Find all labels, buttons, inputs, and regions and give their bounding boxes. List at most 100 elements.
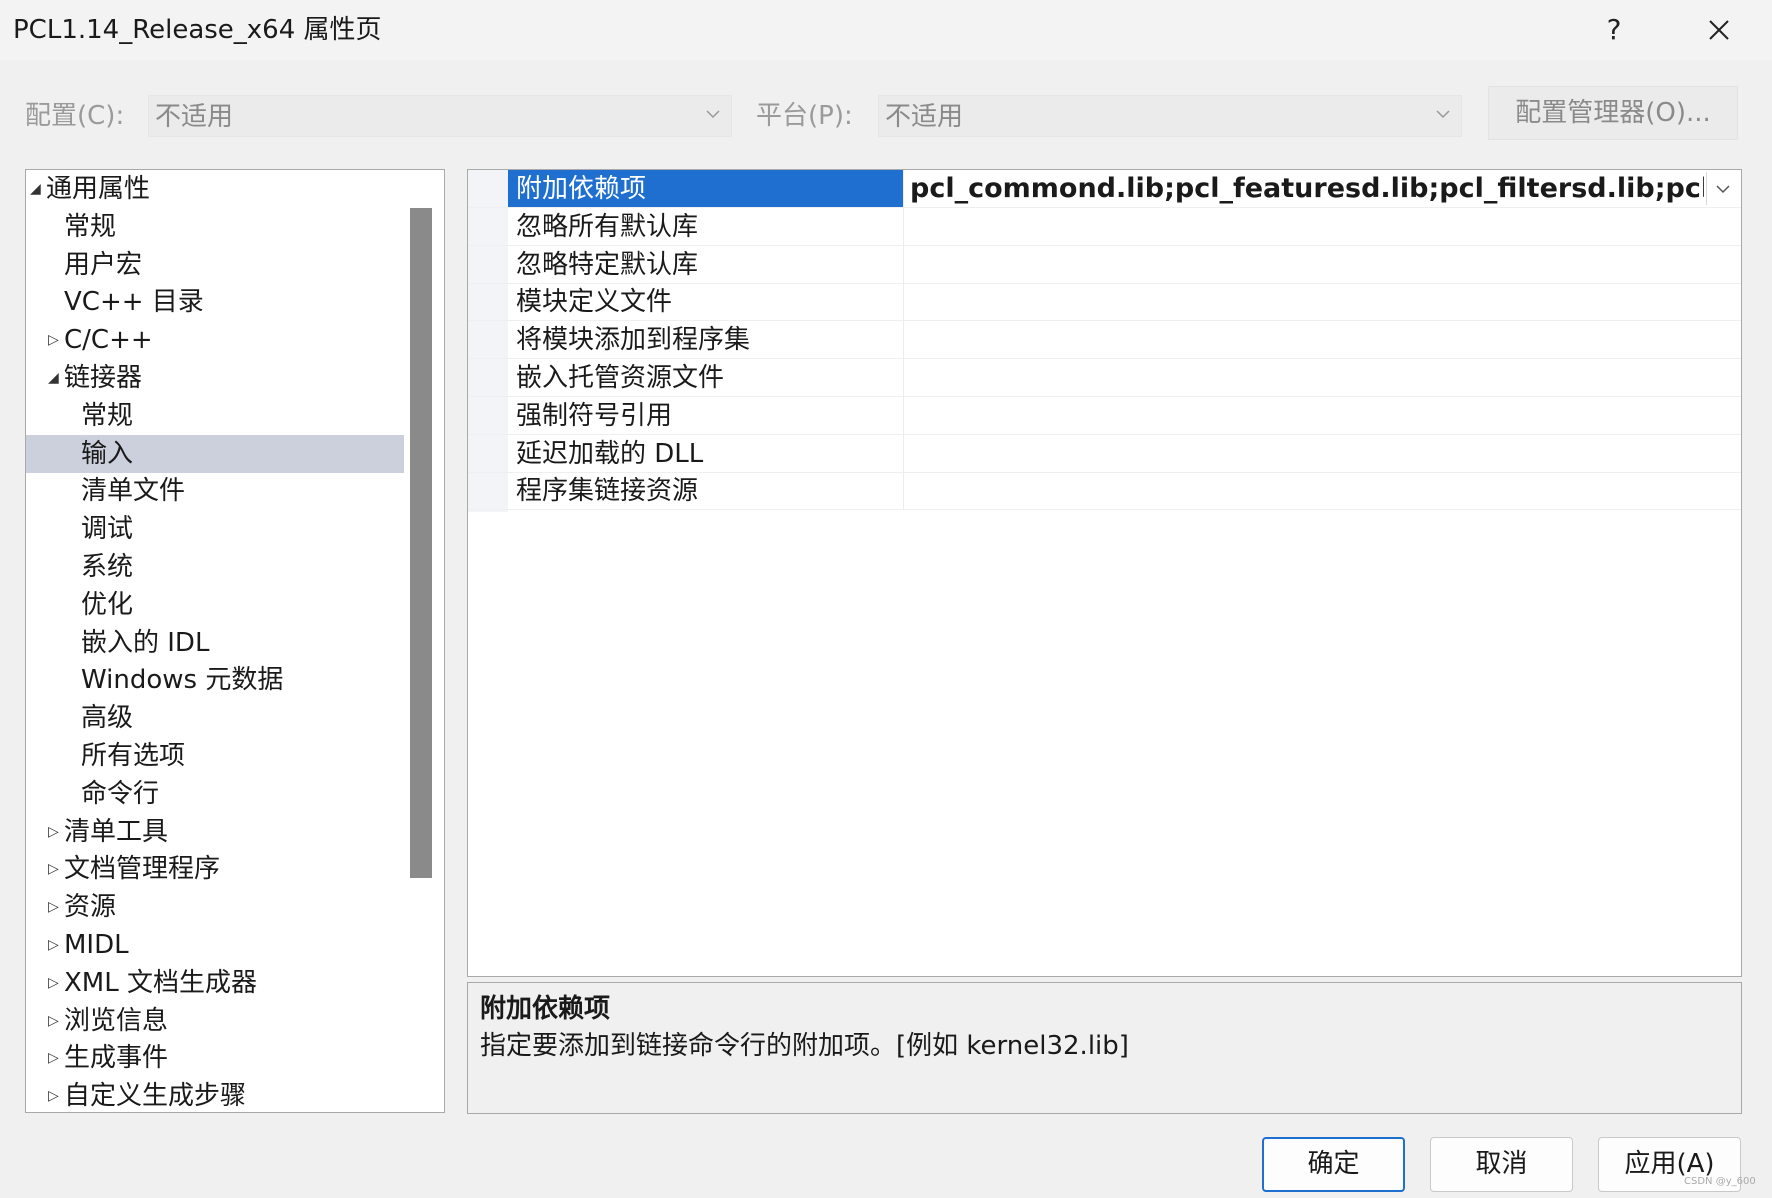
- tree-item[interactable]: Windows 元数据: [26, 661, 404, 699]
- collapsed-arrow-icon[interactable]: ▷: [48, 1077, 64, 1112]
- collapsed-arrow-icon[interactable]: ▷: [48, 926, 64, 964]
- tree-item[interactable]: 优化: [26, 586, 404, 624]
- chevron-down-icon: [1716, 185, 1730, 194]
- close-icon: [1709, 20, 1729, 40]
- window-title: PCL1.14_Release_x64 属性页: [13, 15, 382, 45]
- tree-item-label: 文档管理程序: [64, 854, 221, 885]
- collapsed-arrow-icon[interactable]: ▷: [48, 1039, 64, 1077]
- property-value[interactable]: [904, 208, 1704, 245]
- ok-button[interactable]: 确定: [1262, 1137, 1405, 1192]
- collapsed-arrow-icon[interactable]: ▷: [48, 813, 64, 851]
- platform-value: 不适用: [885, 102, 964, 132]
- chevron-down-icon: [1436, 110, 1450, 119]
- property-row[interactable]: 忽略特定默认库: [468, 245, 1741, 284]
- property-name: 附加依赖项: [508, 170, 903, 207]
- tree-item[interactable]: 调试: [26, 510, 404, 548]
- property-row[interactable]: 忽略所有默认库: [468, 207, 1741, 246]
- property-row[interactable]: 附加依赖项 pcl_commond.lib;pcl_featuresd.lib;p…: [468, 170, 1741, 208]
- collapsed-arrow-icon[interactable]: ▷: [48, 888, 64, 926]
- tree-item[interactable]: 命令行: [26, 775, 404, 813]
- property-name: 嵌入托管资源文件: [516, 363, 725, 393]
- tree-item[interactable]: 嵌入的 IDL: [26, 624, 404, 662]
- property-row[interactable]: 强制符号引用: [468, 396, 1741, 435]
- property-row[interactable]: 将模块添加到程序集: [468, 321, 1741, 360]
- tree-item[interactable]: VC++ 目录: [26, 283, 404, 321]
- tree-item-label: 清单工具: [64, 816, 169, 847]
- tree-item-label: 链接器: [64, 363, 143, 393]
- tree-item-label: 浏览信息: [64, 1005, 169, 1036]
- tree-item-label: 调试: [81, 514, 134, 545]
- property-value[interactable]: [904, 397, 1704, 434]
- property-value[interactable]: [904, 246, 1704, 283]
- value-dropdown-button[interactable]: [1706, 172, 1738, 205]
- tree-item[interactable]: 常规: [26, 397, 404, 435]
- tree-item[interactable]: 输入: [26, 434, 404, 473]
- property-value[interactable]: [904, 435, 1704, 472]
- title-bar: PCL1.14_Release_x64 属性页 ?: [0, 0, 1772, 60]
- tree-item[interactable]: ▷ 浏览信息: [26, 1002, 404, 1040]
- tree-item[interactable]: 用户宏: [26, 246, 404, 284]
- close-button[interactable]: [1689, 8, 1749, 52]
- property-name: 强制符号引用: [516, 400, 673, 431]
- collapsed-arrow-icon[interactable]: ▷: [48, 1002, 64, 1040]
- property-row[interactable]: 嵌入托管资源文件: [468, 359, 1741, 397]
- property-name: 忽略特定默认库: [516, 249, 699, 280]
- tree-item[interactable]: 清单文件: [26, 472, 404, 510]
- description-text: 指定要添加到链接命令行的附加项。[例如 kernel32.lib]: [480, 1031, 1129, 1061]
- platform-combo[interactable]: 不适用: [878, 95, 1462, 137]
- property-grid: 附加依赖项 pcl_commond.lib;pcl_featuresd.lib;p…: [467, 169, 1742, 977]
- property-name: 延迟加载的 DLL: [516, 438, 704, 469]
- tree-item-label: 命令行: [81, 778, 160, 809]
- tree-item-label: 清单文件: [81, 476, 186, 507]
- property-row[interactable]: 延迟加载的 DLL: [468, 434, 1741, 473]
- collapsed-arrow-icon[interactable]: ▷: [48, 964, 64, 1002]
- property-value[interactable]: [904, 321, 1704, 358]
- tree-item-label: 输入: [81, 438, 134, 469]
- expanded-arrow-icon[interactable]: ◢: [48, 359, 64, 397]
- tree-item-label: 系统: [81, 552, 134, 582]
- tree-item-label: 嵌入的 IDL: [81, 627, 210, 658]
- tree-item-label: VC++ 目录: [64, 287, 204, 318]
- property-row[interactable]: 模块定义文件: [468, 283, 1741, 322]
- watermark: CSDN @y_600: [1684, 1176, 1756, 1187]
- tree-item-label: XML 文档生成器: [64, 967, 257, 998]
- description-panel: 附加依赖项 指定要添加到链接命令行的附加项。[例如 kernel32.lib]: [467, 982, 1742, 1114]
- property-tree: ◢ 通用属性 常规 用户宏 VC++ 目录 ▷ C/C++ ◢ 链接器 常规 输入 清单文件 调试 系统优…: [25, 169, 445, 1113]
- tree-item[interactable]: ▷ MIDL: [26, 926, 404, 964]
- tree-item-label: 常规: [64, 211, 117, 242]
- config-value: 不适用: [155, 102, 234, 132]
- tree-scrollbar-thumb[interactable]: [410, 208, 432, 878]
- property-name: 忽略所有默认库: [516, 211, 699, 242]
- help-button[interactable]: ?: [1584, 8, 1644, 52]
- collapsed-arrow-icon[interactable]: ▷: [48, 850, 64, 888]
- tree-item[interactable]: 系统: [26, 548, 404, 586]
- tree-item-label: C/C++: [64, 325, 153, 356]
- tree-item-label: MIDL: [64, 930, 129, 960]
- tree-item[interactable]: ◢ 链接器: [26, 359, 404, 397]
- tree-item[interactable]: ▷ XML 文档生成器: [26, 964, 404, 1002]
- tree-item[interactable]: ▷ 自定义生成步骤: [26, 1077, 404, 1112]
- tree-item[interactable]: ▷ 生成事件: [26, 1039, 404, 1077]
- property-value[interactable]: [904, 283, 1704, 320]
- config-combo[interactable]: 不适用: [148, 95, 732, 137]
- config-manager-button[interactable]: 配置管理器(O)...: [1488, 86, 1738, 140]
- tree-item[interactable]: 常规: [26, 208, 404, 246]
- tree-item-label: 用户宏: [64, 249, 143, 280]
- tree-item[interactable]: ▷ 文档管理程序: [26, 850, 404, 888]
- tree-item[interactable]: ▷ 清单工具: [26, 813, 404, 851]
- property-row[interactable]: 程序集链接资源: [468, 472, 1741, 511]
- property-value[interactable]: [904, 359, 1704, 396]
- collapsed-arrow-icon[interactable]: ▷: [48, 321, 64, 359]
- tree-item[interactable]: 所有选项: [26, 737, 404, 775]
- tree-item-label: 通用属性: [46, 174, 151, 204]
- tree-item[interactable]: ◢ 通用属性: [26, 170, 404, 208]
- tree-item-label: 生成事件: [64, 1043, 169, 1074]
- property-value[interactable]: pcl_commond.lib;pcl_featuresd.lib;pcl_fi…: [904, 170, 1704, 207]
- cancel-button[interactable]: 取消: [1430, 1137, 1573, 1192]
- tree-item[interactable]: 高级: [26, 699, 404, 737]
- property-value[interactable]: [904, 472, 1704, 509]
- expanded-arrow-icon[interactable]: ◢: [30, 170, 46, 208]
- tree-item[interactable]: ▷ 资源: [26, 888, 404, 926]
- tree-item[interactable]: ▷ C/C++: [26, 321, 404, 359]
- chevron-down-icon: [706, 110, 720, 119]
